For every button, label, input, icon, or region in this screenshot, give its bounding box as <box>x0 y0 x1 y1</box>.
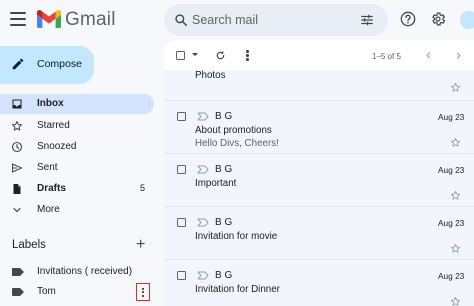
label-name: Tom <box>37 286 56 297</box>
sidebar-item-label: Snoozed <box>37 141 77 152</box>
email-date: Aug 23 <box>438 112 465 122</box>
email-sender: B G <box>215 111 233 122</box>
chevron-right-icon[interactable] <box>454 51 463 60</box>
chevron-left-icon[interactable] <box>424 51 433 60</box>
compose-label: Compose <box>37 58 82 70</box>
email-sender: B G <box>215 164 233 175</box>
sidebar-item-label: Drafts <box>37 183 66 194</box>
star-icon[interactable] <box>450 82 461 93</box>
email-checkbox[interactable] <box>177 218 186 227</box>
draft-file-icon <box>13 184 21 194</box>
email-subject: About promotions <box>195 125 272 136</box>
star-icon <box>12 121 22 131</box>
sidebar-item-label: Sent <box>37 162 58 173</box>
important-marker-icon[interactable] <box>197 165 209 174</box>
chevron-down-icon <box>13 207 21 213</box>
labels-heading: Labels <box>12 239 46 251</box>
label-item-invitations[interactable]: Invitations ( received) <box>0 262 154 282</box>
sidebar-item-drafts[interactable]: Drafts 5 <box>0 179 154 199</box>
email-subject: Photos <box>195 70 226 81</box>
search-input[interactable] <box>192 10 342 30</box>
gmail-logo-icon <box>37 10 61 28</box>
app-name: Gmail <box>65 9 116 30</box>
pagination-text: 1–5 of 5 <box>372 52 401 61</box>
refresh-icon[interactable] <box>215 50 226 61</box>
mail-list-panel: 1–5 of 5 Photos B G Aug 23 About promoti… <box>164 40 474 306</box>
email-date: Aug 23 <box>438 218 465 228</box>
email-subject: Important <box>195 178 237 189</box>
email-row[interactable]: B G Aug 23 Invitation for movie <box>164 206 474 259</box>
email-row[interactable]: B G Aug 23 Invitation for Dinner <box>164 259 474 306</box>
email-checkbox[interactable] <box>177 271 186 280</box>
sidebar-item-sent[interactable]: Sent <box>0 158 154 178</box>
label-item-tom[interactable]: Tom <box>0 282 154 302</box>
sidebar-item-label: Starred <box>37 120 70 131</box>
label-tag-icon <box>12 268 24 276</box>
drafts-count: 5 <box>140 183 146 193</box>
important-marker-icon[interactable] <box>197 218 209 227</box>
clock-icon <box>11 141 23 153</box>
pencil-icon <box>12 58 24 70</box>
mail-toolbar: 1–5 of 5 <box>164 40 474 70</box>
compose-button[interactable]: Compose <box>0 46 94 84</box>
account-avatar[interactable] <box>460 11 474 29</box>
select-dropdown-icon[interactable] <box>192 53 198 56</box>
email-sender: B G <box>215 217 233 228</box>
select-all-checkbox[interactable] <box>176 51 185 60</box>
search-options-icon[interactable] <box>360 13 374 27</box>
sidebar-item-label: More <box>37 204 60 215</box>
star-icon[interactable] <box>450 137 461 148</box>
sidebar-item-inbox[interactable]: Inbox <box>0 94 154 114</box>
star-icon[interactable] <box>450 243 461 254</box>
main-menu-icon[interactable] <box>10 12 26 26</box>
help-icon[interactable] <box>400 11 416 27</box>
sidebar-item-snoozed[interactable]: Snoozed <box>0 137 154 157</box>
send-icon <box>12 163 22 173</box>
sidebar-item-starred[interactable]: Starred <box>0 116 154 136</box>
label-tag-icon <box>12 288 24 296</box>
sidebar-item-label: Inbox <box>37 98 64 109</box>
more-vert-icon <box>142 286 144 298</box>
star-icon[interactable] <box>450 190 461 201</box>
top-bar: Gmail <box>0 0 474 40</box>
email-subject: Invitation for movie <box>195 231 278 242</box>
more-actions-icon[interactable] <box>246 50 249 62</box>
sidebar-item-more[interactable]: More <box>0 200 154 220</box>
star-icon[interactable] <box>450 296 461 306</box>
important-marker-icon[interactable] <box>197 112 209 121</box>
search-icon[interactable] <box>174 13 188 27</box>
email-date: Aug 23 <box>438 271 465 281</box>
label-name: Invitations ( received) <box>37 266 133 277</box>
gear-icon[interactable] <box>430 11 446 27</box>
email-checkbox[interactable] <box>177 165 186 174</box>
inbox-icon <box>12 99 22 109</box>
important-marker-icon[interactable] <box>197 271 209 280</box>
add-label-button[interactable]: + <box>136 237 145 253</box>
email-date: Aug 23 <box>438 165 465 175</box>
email-subject: Invitation for Dinner <box>195 284 280 295</box>
search-bar[interactable] <box>164 4 388 36</box>
email-sender: B G <box>215 270 233 281</box>
email-checkbox[interactable] <box>177 112 186 121</box>
email-row[interactable]: B G Aug 23 About promotions Hello Divs, … <box>164 100 474 153</box>
email-snippet: Hello Divs, Cheers! <box>195 138 279 149</box>
email-row[interactable]: B G Aug 23 Important <box>164 153 474 206</box>
label-options-button[interactable] <box>136 283 150 301</box>
